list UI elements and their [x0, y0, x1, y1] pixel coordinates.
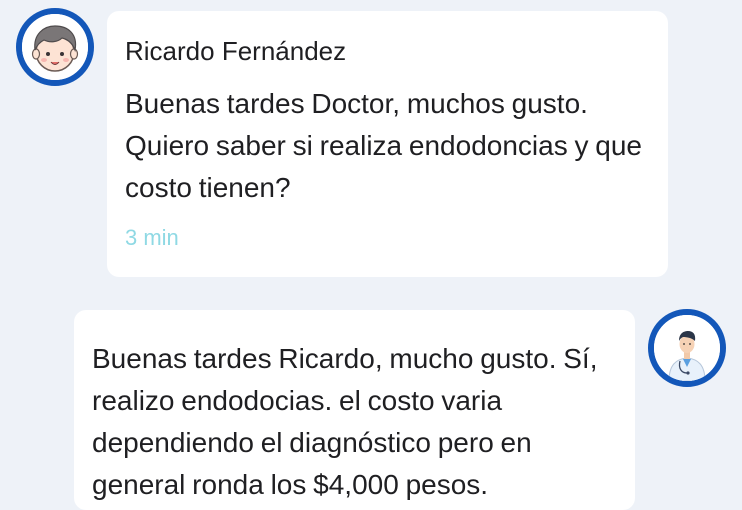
doctor-figure-icon	[654, 315, 720, 381]
patient-avatar-icon[interactable]	[16, 8, 94, 86]
sender-name: Ricardo Fernández	[125, 36, 347, 66]
outgoing-message-bubble[interactable]: Buenas tardes Ricardo, mucho gusto. Sí, …	[74, 310, 635, 510]
boy-face-icon	[22, 14, 88, 80]
message-text: Buenas tardes Ricardo, mucho gusto. Sí, …	[92, 343, 598, 500]
message-timestamp: 3 min	[125, 225, 179, 250]
incoming-message-bubble[interactable]: Ricardo Fernández Buenas tardes Doctor, …	[107, 11, 668, 277]
message-text: Buenas tardes Doctor, muchos gusto. Quie…	[125, 88, 642, 203]
doctor-avatar-icon[interactable]	[648, 309, 726, 387]
